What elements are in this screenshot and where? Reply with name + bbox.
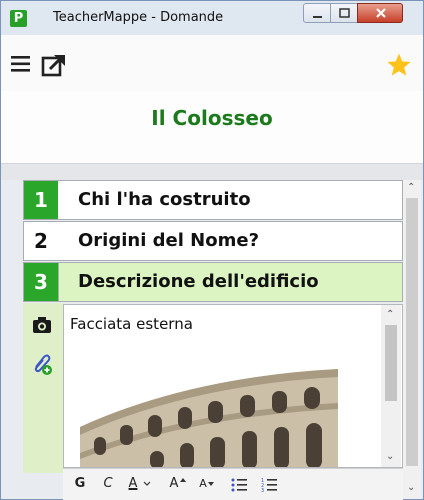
scroll-down-icon[interactable]: ⌄ <box>386 451 394 462</box>
grow-font-button[interactable]: A <box>167 473 181 495</box>
app-logo-icon: P <box>10 10 27 27</box>
editor-scrollbar[interactable]: ⌃ ⌄ <box>381 305 401 467</box>
list-item-2[interactable]: 2 Origini del Nome? <box>23 221 403 261</box>
item-number-badge: 3 <box>24 263 59 301</box>
font-color-button[interactable]: A <box>125 473 141 495</box>
grow-arrow-icon <box>180 478 186 482</box>
camera-icon[interactable] <box>32 316 52 334</box>
attachment-add-icon[interactable] <box>30 352 54 376</box>
item-label: Descrizione dell'edificio <box>78 271 319 292</box>
scrollbar-thumb[interactable] <box>406 198 418 466</box>
page-title: Il Colosseo <box>151 106 273 130</box>
app-window: P TeacherMappe - Domande Il Colosseo 1 C… <box>0 0 424 500</box>
italic-button[interactable]: C <box>101 473 115 495</box>
item-number-badge: 2 <box>34 229 48 253</box>
minimize-button[interactable] <box>303 3 331 23</box>
main-scrollbar[interactable]: ⌃ ⌄ <box>403 180 421 499</box>
star-icon[interactable] <box>386 52 412 78</box>
description-editor[interactable]: Facciata esterna <box>63 304 403 468</box>
maximize-icon <box>339 8 350 18</box>
scroll-down-icon[interactable]: ⌄ <box>407 482 415 493</box>
close-button[interactable] <box>357 3 403 23</box>
item-label: Chi l'ha costruito <box>78 189 251 210</box>
format-toolbar: G C A A A 1 2 3 <box>63 468 403 500</box>
scroll-up-icon[interactable]: ⌃ <box>386 309 394 320</box>
item-label: Origini del Nome? <box>78 230 260 251</box>
bold-button[interactable]: G <box>73 473 87 495</box>
chevron-down-icon[interactable] <box>143 481 151 487</box>
numbered-list-icon[interactable]: 1 2 3 <box>261 477 277 493</box>
item-number-badge: 1 <box>24 181 58 219</box>
list-item-1[interactable]: 1 Chi l'ha costruito <box>23 180 403 220</box>
window-title: TeacherMappe - Domande <box>53 10 224 25</box>
editor-text: Facciata esterna <box>70 315 193 333</box>
scroll-up-icon[interactable]: ⌃ <box>407 182 415 193</box>
bullet-list-icon[interactable] <box>231 477 247 493</box>
svg-text:3: 3 <box>261 488 264 493</box>
section-separator <box>1 163 423 180</box>
close-icon <box>376 8 386 18</box>
colosseum-photo <box>80 357 338 467</box>
scrollbar-thumb[interactable] <box>385 325 397 401</box>
list-item-3-selected[interactable]: 3 Descrizione dell'edificio <box>23 262 403 302</box>
minimize-icon <box>313 16 322 18</box>
shrink-arrow-icon <box>208 482 214 486</box>
hamburger-menu-icon[interactable] <box>11 56 31 72</box>
maximize-button[interactable] <box>330 3 358 23</box>
open-external-icon[interactable] <box>41 53 67 77</box>
